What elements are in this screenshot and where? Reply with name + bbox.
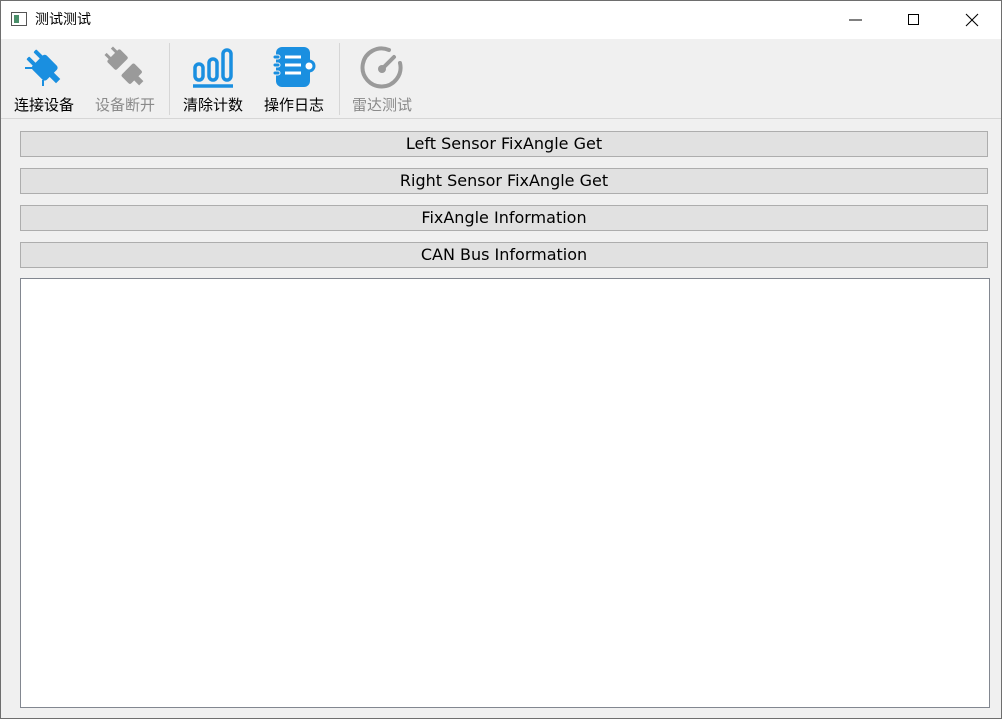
minimize-button[interactable] (827, 1, 885, 39)
close-icon (965, 13, 979, 27)
maximize-button[interactable] (885, 1, 943, 39)
title-bar[interactable]: 测试测试 (1, 1, 1001, 39)
radar-test-button[interactable]: 雷达测试 (345, 39, 419, 118)
plug-disconnect-icon (104, 46, 144, 86)
plug-connect-icon (25, 49, 61, 86)
toolbar: 连接设备 设备断开 清除计数 操作日志 雷达测试 (1, 39, 1001, 119)
log-notebook-icon (272, 47, 316, 87)
radar-test-label: 雷达测试 (351, 96, 412, 114)
toolbar-separator (339, 43, 340, 115)
connect-device-label: 连接设备 (13, 96, 74, 114)
app-icon (11, 12, 27, 26)
minimize-icon (849, 19, 862, 21)
maximize-icon (908, 14, 919, 25)
right-sensor-fixangle-get-button[interactable]: Right Sensor FixAngle Get (20, 168, 988, 194)
can-bus-information-button[interactable]: CAN Bus Information (20, 242, 988, 268)
output-text-area[interactable] (20, 278, 990, 708)
radar-gauge-icon (360, 46, 403, 89)
clear-count-button[interactable]: 清除计数 (177, 39, 249, 118)
disconnect-device-label: 设备断开 (94, 96, 155, 114)
fixangle-information-button[interactable]: FixAngle Information (20, 205, 988, 231)
window-title: 测试测试 (35, 12, 91, 28)
toolbar-separator (169, 43, 170, 115)
operation-log-button[interactable]: 操作日志 (257, 39, 331, 118)
bar-counter-icon (193, 48, 233, 88)
close-button[interactable] (943, 1, 1001, 39)
operation-log-label: 操作日志 (263, 96, 324, 114)
clear-count-label: 清除计数 (182, 96, 243, 114)
main-window: 测试测试 连接设备 设备断开 清除计数 操作日志 雷达测试 Left Senso… (0, 0, 1002, 719)
connect-device-button[interactable]: 连接设备 (7, 39, 81, 118)
disconnect-device-button[interactable]: 设备断开 (89, 39, 161, 118)
left-sensor-fixangle-get-button[interactable]: Left Sensor FixAngle Get (20, 131, 988, 157)
